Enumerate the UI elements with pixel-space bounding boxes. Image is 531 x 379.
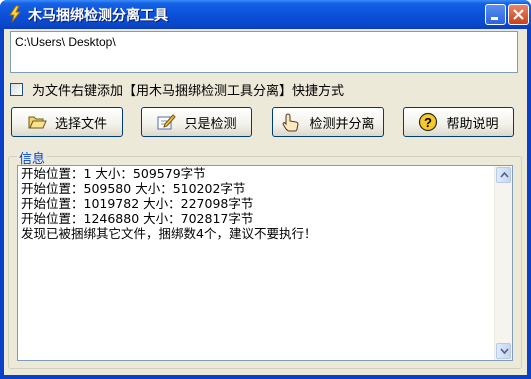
- help-button[interactable]: ? 帮助说明: [403, 107, 514, 137]
- minimize-button[interactable]: [485, 4, 506, 25]
- arrow-up-icon: [500, 172, 509, 178]
- log-line: 发现已被捆绑其它文件，捆绑数4个，建议不要执行！: [21, 226, 317, 241]
- context-menu-checkbox[interactable]: [10, 82, 23, 96]
- select-file-button[interactable]: 选择文件: [11, 107, 123, 137]
- client-area: C:\Users\ Desktop\ 为文件右键添加【用木马捆绑检测工具分离】快…: [4, 29, 527, 375]
- title-bar[interactable]: 木马捆绑检测分离工具: [0, 0, 531, 29]
- log-line: 开始位置：509580 大小：510202字节: [21, 181, 246, 196]
- help-label: 帮助说明: [446, 116, 499, 132]
- info-log[interactable]: 开始位置：1 大小：509579字节 开始位置：509580 大小：510202…: [17, 165, 513, 361]
- app-window: 木马捆绑检测分离工具 C:\Users\ Desktop\ 为文件右键添加【用木…: [0, 0, 531, 379]
- vertical-scrollbar[interactable]: [494, 166, 512, 360]
- pencil-icon: [156, 112, 177, 132]
- close-icon: [513, 9, 524, 20]
- file-path-input[interactable]: C:\Users\ Desktop\: [10, 31, 518, 73]
- folder-open-icon: [27, 112, 47, 132]
- lightning-icon: [6, 5, 24, 23]
- svg-text:?: ?: [425, 115, 433, 130]
- scroll-up-button[interactable]: [496, 167, 511, 183]
- detect-only-button[interactable]: 只是检测: [141, 107, 252, 137]
- context-menu-option[interactable]: 为文件右键添加【用木马捆绑检测工具分离】快捷方式: [10, 81, 345, 99]
- minimize-icon: [491, 17, 498, 20]
- close-button[interactable]: [508, 4, 529, 25]
- log-line: 开始位置：1246880 大小：702817字节: [21, 211, 254, 226]
- scroll-down-button[interactable]: [496, 343, 511, 359]
- detect-only-label: 只是检测: [184, 116, 237, 132]
- file-path-text: C:\Users\ Desktop\: [15, 35, 116, 49]
- select-file-label: 选择文件: [54, 116, 107, 132]
- help-icon: ?: [418, 112, 438, 132]
- log-line: 开始位置：1019782 大小：227098字节: [21, 196, 254, 211]
- window-title: 木马捆绑检测分离工具: [28, 8, 168, 24]
- detect-and-split-button[interactable]: 检测并分离: [272, 107, 384, 137]
- arrow-down-icon: [500, 348, 509, 354]
- detect-and-split-label: 检测并分离: [309, 116, 375, 132]
- hand-pointer-icon: [281, 112, 301, 132]
- context-menu-label: 为文件右键添加【用木马捆绑检测工具分离】快捷方式: [32, 83, 345, 99]
- info-group: 信息 开始位置：1 大小：509579字节 开始位置：509580 大小：510…: [8, 148, 522, 369]
- log-line: 开始位置：1 大小：509579字节: [21, 166, 206, 181]
